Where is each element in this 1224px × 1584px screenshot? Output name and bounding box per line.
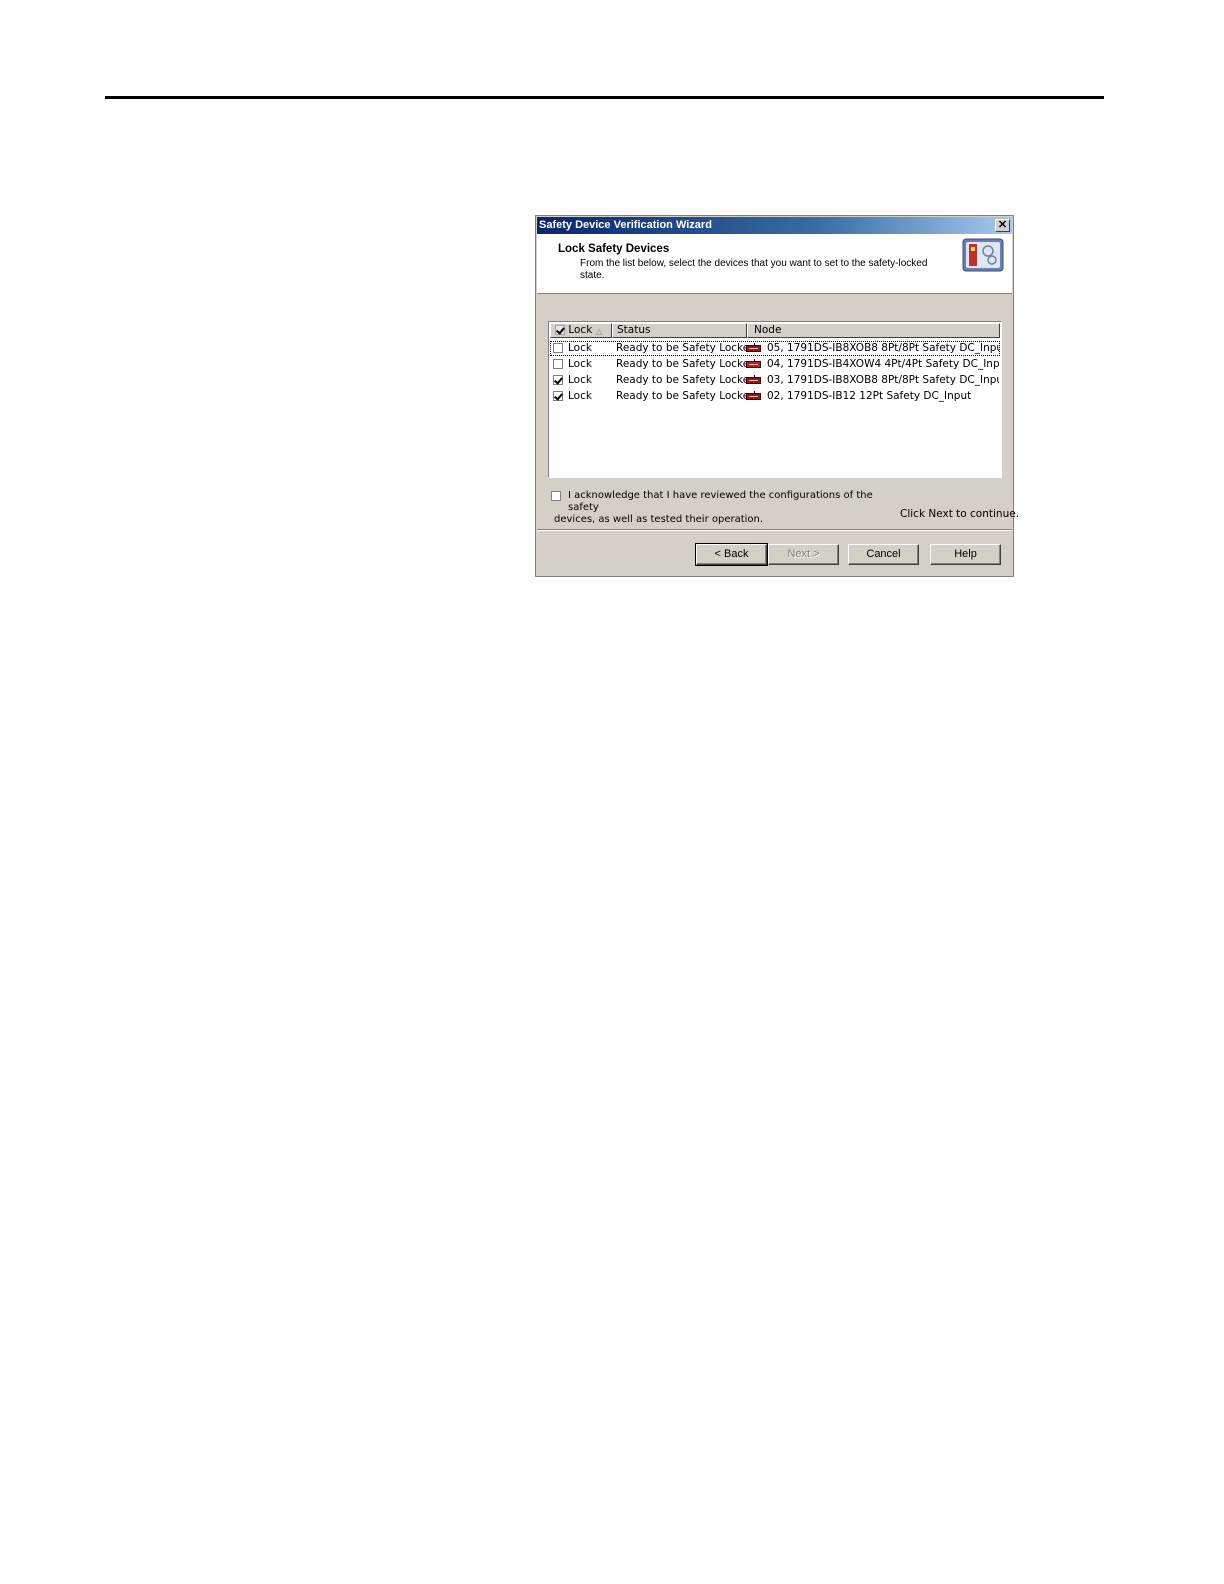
column-lock-label: Lock xyxy=(568,324,593,336)
cancel-button[interactable]: Cancel xyxy=(848,544,919,565)
row-node: 05, 1791DS-IB8XOB8 8Pt/8Pt Safety DC_Inp… xyxy=(767,342,999,354)
acknowledge-label[interactable]: I acknowledge that I have reviewed the c… xyxy=(554,490,888,526)
table-row[interactable]: Lock Ready to be Safety Locked 05, 1791D… xyxy=(550,341,1000,356)
close-icon: ✕ xyxy=(997,219,1008,231)
row-lock-label: Lock xyxy=(568,374,592,386)
button-separator xyxy=(537,529,1012,531)
table-row[interactable]: Lock Ready to be Safety Locked 03, 1791D… xyxy=(550,373,1000,388)
row-status: Ready to be Safety Locked xyxy=(616,358,756,370)
wizard-header: Lock Safety Devices From the list below,… xyxy=(537,234,1012,294)
row-lock-checkbox[interactable] xyxy=(553,391,563,401)
select-all-checkbox[interactable] xyxy=(555,325,565,335)
row-lock-label: Lock xyxy=(568,342,592,354)
close-button[interactable]: ✕ xyxy=(995,219,1010,232)
sort-ascending-icon: △ xyxy=(596,327,603,336)
next-button[interactable]: Next > xyxy=(768,544,839,565)
back-button[interactable]: < Back xyxy=(695,543,768,566)
list-header: Lock △ Status Node xyxy=(550,323,1000,338)
row-node: 04, 1791DS-IB4XOW4 4Pt/4Pt Safety DC_Inp… xyxy=(767,358,999,370)
help-button[interactable]: Help xyxy=(930,544,1001,565)
column-lock[interactable]: Lock △ xyxy=(550,323,612,338)
acknowledge-line-1: I acknowledge that I have reviewed the c… xyxy=(568,490,873,513)
column-node[interactable]: Node xyxy=(747,323,1000,338)
column-status-label: Status xyxy=(617,324,651,336)
row-lock-checkbox[interactable] xyxy=(553,375,563,385)
row-status: Ready to be Safety Locked xyxy=(616,390,756,402)
dialog-title: Safety Device Verification Wizard xyxy=(539,219,712,231)
row-lock-label: Lock xyxy=(568,358,592,370)
header-subtitle: From the list below, select the devices … xyxy=(580,258,928,281)
table-row[interactable]: Lock Ready to be Safety Locked 02, 1791D… xyxy=(550,389,1000,404)
acknowledge-line-2: devices, as well as tested their operati… xyxy=(554,514,764,525)
title-bar: Safety Device Verification Wizard ✕ xyxy=(537,217,1012,234)
table-row[interactable]: Lock Ready to be Safety Locked 04, 1791D… xyxy=(550,357,1000,372)
row-status: Ready to be Safety Locked xyxy=(616,342,756,354)
row-status: Ready to be Safety Locked xyxy=(616,374,756,386)
page-top-rule xyxy=(105,96,1104,99)
row-lock-checkbox[interactable] xyxy=(553,343,563,353)
continue-hint: Click Next to continue. xyxy=(900,508,1020,520)
row-node: 02, 1791DS-IB12 12Pt Safety DC_Input xyxy=(767,390,972,402)
device-module-icon xyxy=(746,345,761,352)
column-node-label: Node xyxy=(754,324,782,336)
device-module-icon xyxy=(746,377,761,384)
row-lock-checkbox[interactable] xyxy=(553,359,563,369)
header-title: Lock Safety Devices xyxy=(558,243,670,255)
row-node: 03, 1791DS-IB8XOB8 8Pt/8Pt Safety DC_Inp… xyxy=(767,374,999,386)
device-list[interactable]: Lock △ Status Node Lock Ready to be Safe… xyxy=(548,321,1002,478)
column-status[interactable]: Status xyxy=(612,323,747,338)
device-module-icon xyxy=(746,393,761,400)
device-module-icon xyxy=(746,361,761,368)
row-lock-label: Lock xyxy=(568,390,592,402)
acknowledge-checkbox[interactable] xyxy=(551,491,561,501)
wizard-icon xyxy=(962,238,1004,272)
